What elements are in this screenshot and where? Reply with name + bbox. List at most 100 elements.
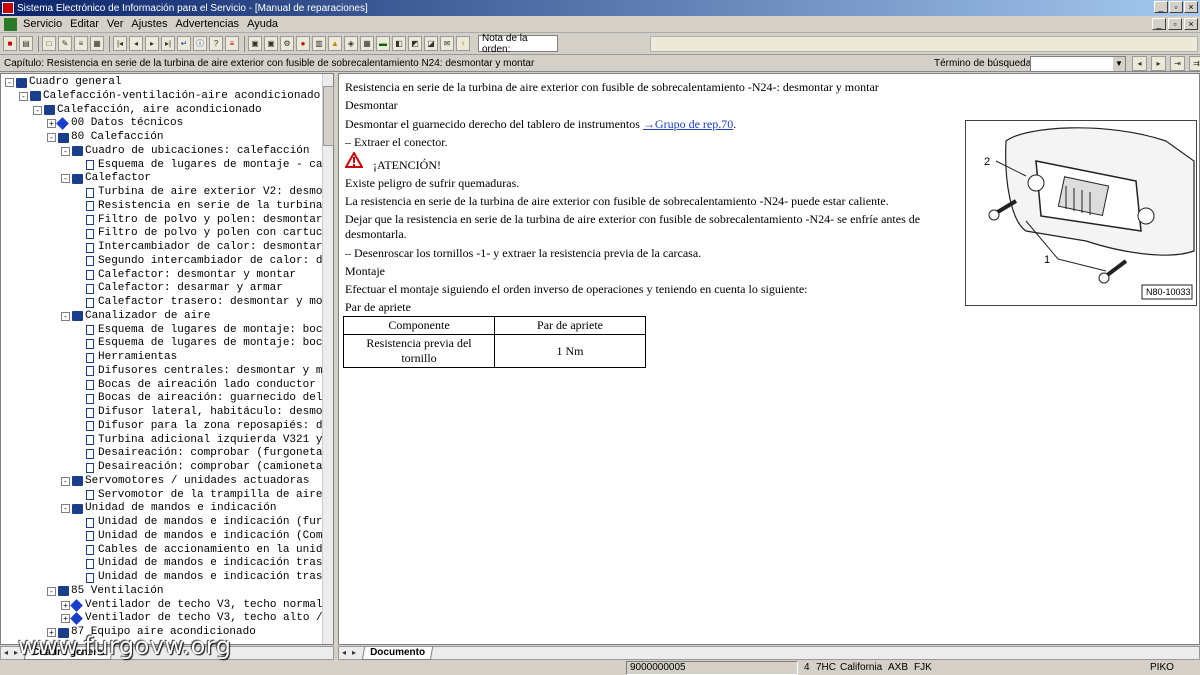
child-minimize-button[interactable]: _ bbox=[1152, 18, 1166, 30]
search-input[interactable]: ▼ bbox=[1030, 56, 1126, 72]
menu-ver[interactable]: Ver bbox=[103, 18, 128, 30]
tree-item[interactable]: Difusores centrales: desmontar y mon bbox=[75, 365, 333, 378]
tree-item[interactable]: Turbina de aire exterior V2: desmont bbox=[75, 186, 333, 199]
tool8-icon[interactable]: ◪ bbox=[424, 36, 438, 51]
tree-item[interactable]: Herramientas bbox=[75, 351, 177, 364]
search-next-icon[interactable]: ▸ bbox=[1151, 56, 1166, 71]
order-note-field[interactable]: Nota de la orden: bbox=[478, 33, 558, 55]
tree-scrollbar[interactable] bbox=[322, 74, 334, 644]
last-icon[interactable]: ▸| bbox=[161, 36, 175, 51]
tree-item[interactable]: - Calefacción, aire acondicionado bbox=[33, 104, 262, 117]
edit-icon[interactable]: ✎ bbox=[58, 36, 72, 51]
list-icon[interactable]: ≡ bbox=[74, 36, 88, 51]
help-icon[interactable]: ? bbox=[209, 36, 223, 51]
collapse-icon[interactable]: - bbox=[47, 586, 56, 596]
collapse-icon[interactable]: - bbox=[61, 476, 70, 486]
tree-item[interactable]: - 80 Calefacción bbox=[47, 131, 163, 144]
tree-item[interactable]: Bocas de aireación: guarnecido del t bbox=[75, 392, 333, 405]
info-icon[interactable]: ⓘ bbox=[193, 36, 207, 51]
list-red-icon[interactable]: ≡ bbox=[225, 36, 239, 51]
minimize-button[interactable]: _ bbox=[1154, 1, 1168, 13]
collapse-icon[interactable]: - bbox=[61, 311, 70, 321]
rep-group-link[interactable]: →Grupo de rep.70 bbox=[643, 117, 733, 131]
tree-item[interactable]: Unidad de mandos e indicación traser bbox=[75, 557, 333, 570]
prev-icon[interactable]: ◂ bbox=[129, 36, 143, 51]
tool3-icon[interactable]: ⚙ bbox=[280, 36, 294, 51]
restore-button[interactable]: ▫ bbox=[1169, 1, 1183, 13]
tree-item[interactable]: Bocas de aireación lado conductor o bbox=[75, 379, 329, 392]
tree-item[interactable]: Difusor para la zona reposapiés: des bbox=[75, 420, 333, 433]
search-all-icon[interactable]: ⇉ bbox=[1189, 56, 1200, 71]
tree-item[interactable]: Difusor lateral, habitáculo: desmont bbox=[75, 406, 333, 419]
tree-item[interactable]: Esquema de lugares de montaje: bocas bbox=[75, 324, 333, 337]
tool1-icon[interactable]: ▣ bbox=[248, 36, 262, 51]
tree-item[interactable]: - Cuadro general bbox=[5, 76, 121, 89]
lightbulb-icon[interactable]: ♀ bbox=[456, 36, 470, 51]
tree-item[interactable]: Calefactor: desarmar y armar bbox=[75, 282, 283, 295]
new-icon[interactable]: □ bbox=[42, 36, 56, 51]
tree-item[interactable]: Desaireación: comprobar (furgoneta/C bbox=[75, 447, 333, 460]
doc-tab-left-icon[interactable]: ◂ bbox=[339, 647, 349, 659]
tool5-icon[interactable]: ▦ bbox=[360, 36, 374, 51]
tree-item[interactable]: Filtro de polvo y polen: desmontar y bbox=[75, 214, 333, 227]
menu-ajustes[interactable]: Ajustes bbox=[127, 18, 171, 30]
menu-ayuda[interactable]: Ayuda bbox=[243, 18, 282, 30]
collapse-icon[interactable]: - bbox=[33, 105, 42, 115]
exit-icon[interactable]: ■ bbox=[3, 36, 17, 51]
tree-item[interactable]: Cables de accionamiento en la unidad bbox=[75, 544, 333, 557]
tool9-icon[interactable]: ✉ bbox=[440, 36, 454, 51]
expand-icon[interactable]: + bbox=[47, 119, 56, 129]
collapse-icon[interactable]: - bbox=[47, 133, 56, 142]
tree-item[interactable]: Esquema de lugares de montaje: bocas bbox=[75, 337, 333, 350]
tree-item[interactable]: Servomotor de la trampilla de aire e bbox=[75, 489, 333, 502]
warning-icon[interactable]: ▲ bbox=[328, 36, 342, 51]
tree-item[interactable]: Unidad de mandos e indicación (furgc bbox=[75, 516, 333, 529]
close-button[interactable]: × bbox=[1184, 1, 1198, 13]
tree-item[interactable]: Resistencia en serie de la turbina d bbox=[75, 200, 333, 213]
collapse-icon[interactable]: - bbox=[19, 91, 28, 101]
search-go-icon[interactable]: ⇥ bbox=[1170, 56, 1185, 71]
tree-item[interactable]: - 85 Ventilación bbox=[47, 585, 163, 598]
tree-item[interactable]: - Calefacción-ventilación-aire acondicion… bbox=[19, 90, 320, 103]
tree-item[interactable]: - Cuadro de ubicaciones: calefacción bbox=[61, 145, 309, 158]
child-close-button[interactable]: × bbox=[1184, 18, 1198, 30]
next-icon[interactable]: ▸ bbox=[145, 36, 159, 51]
print-icon[interactable]: ▤ bbox=[19, 36, 33, 51]
child-restore-button[interactable]: ▫ bbox=[1168, 18, 1182, 30]
tree-item[interactable]: Unidad de mandos e indicación traser bbox=[75, 571, 333, 584]
tool7-icon[interactable]: ◩ bbox=[408, 36, 422, 51]
tree-item[interactable]: Calefactor trasero: desmontar y mont bbox=[75, 296, 333, 309]
menu-advertencias[interactable]: Advertencias bbox=[171, 18, 243, 30]
collapse-icon[interactable]: - bbox=[5, 78, 14, 87]
tree-item[interactable]: Filtro de polvo y polen con cartucho bbox=[75, 227, 333, 240]
expand-icon[interactable]: + bbox=[61, 614, 70, 624]
tree-item[interactable]: - Unidad de mandos e indicación bbox=[61, 502, 276, 515]
tree-item[interactable]: Segundo intercambiador de calor: des bbox=[75, 255, 333, 268]
collapse-icon[interactable]: - bbox=[61, 504, 70, 514]
menu-servicio[interactable]: Servicio bbox=[19, 18, 66, 30]
doc-tab-right-icon[interactable]: ▸ bbox=[349, 647, 359, 659]
tool6-icon[interactable]: ◧ bbox=[392, 36, 406, 51]
collapse-icon[interactable]: - bbox=[61, 174, 70, 184]
tree-item[interactable]: Turbina adicional izquierda V321 y t bbox=[75, 434, 333, 447]
tree-item[interactable]: Calefactor: desmontar y montar bbox=[75, 269, 296, 282]
tree-item[interactable]: - Servomotores / unidades actuadoras bbox=[61, 475, 309, 488]
tree-item[interactable]: + Ventilador de techo V3, techo normal bbox=[61, 599, 323, 612]
first-icon[interactable]: |◂ bbox=[113, 36, 127, 51]
menu-editar[interactable]: Editar bbox=[66, 18, 103, 30]
tab-documento[interactable]: Documento bbox=[361, 646, 434, 660]
chevron-down-icon[interactable]: ▼ bbox=[1113, 57, 1125, 71]
stop-icon[interactable]: ● bbox=[296, 36, 310, 51]
tree-item[interactable]: Esquema de lugares de montaje - cale bbox=[75, 159, 333, 172]
tree-item[interactable]: + Ventilador de techo V3, techo alto / d bbox=[61, 612, 333, 626]
chart-icon[interactable]: ▥ bbox=[312, 36, 326, 51]
tree-item[interactable]: +00 Datos técnicos bbox=[47, 117, 183, 131]
scrollbar-thumb[interactable] bbox=[323, 86, 334, 146]
tree-item[interactable]: - Calefactor bbox=[61, 172, 151, 185]
tree-item[interactable]: - Canalizador de aire bbox=[61, 310, 210, 323]
tool2-icon[interactable]: ▣ bbox=[264, 36, 278, 51]
search-prev-icon[interactable]: ◂ bbox=[1132, 56, 1147, 71]
tree-item[interactable]: Unidad de mandos e indicación (Combi bbox=[75, 530, 333, 543]
tree-item[interactable]: Intercambiador de calor: desmontar y bbox=[75, 241, 333, 254]
tab-left-icon[interactable]: ◂ bbox=[1, 647, 11, 659]
